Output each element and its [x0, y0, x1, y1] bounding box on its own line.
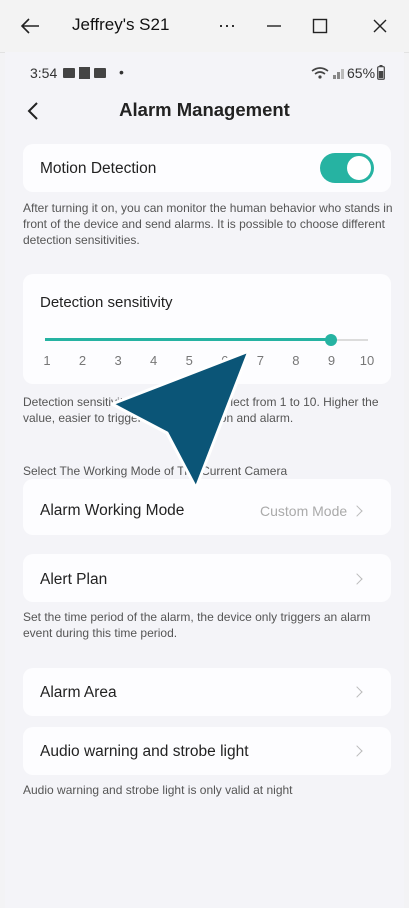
cursor-arrow-icon [110, 349, 251, 490]
